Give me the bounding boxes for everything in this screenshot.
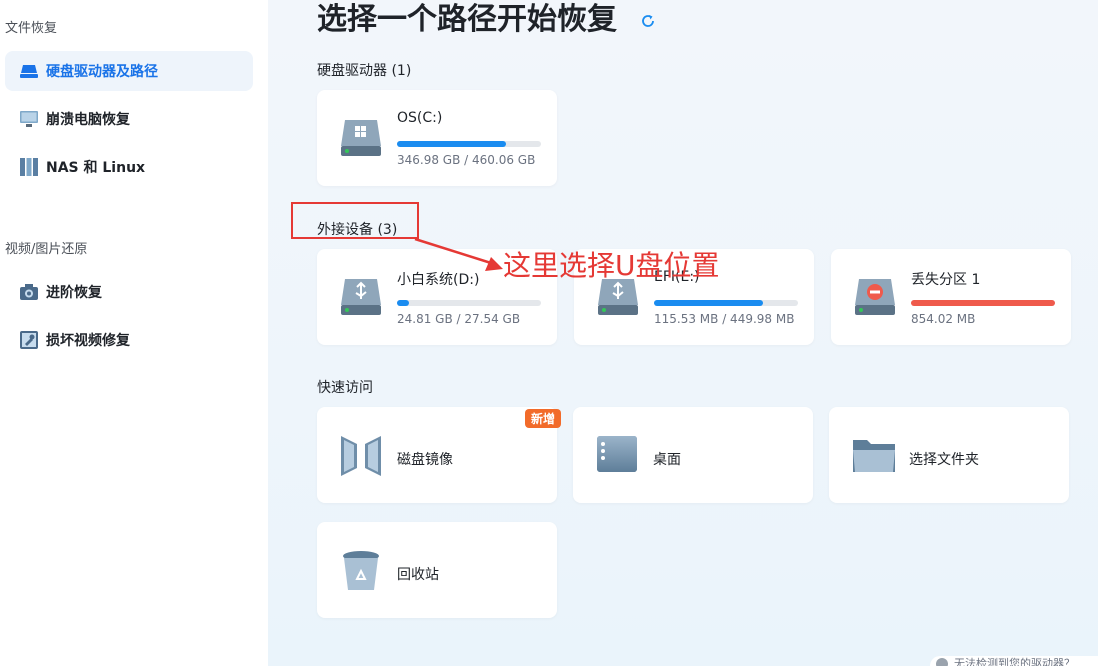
drive-name: 丢失分区 1 (911, 272, 981, 288)
sidebar-item-label: 损坏视频修复 (46, 333, 130, 349)
usage-bar (654, 300, 798, 306)
sidebar-item-label: NAS 和 Linux (46, 160, 146, 176)
new-badge: 新增 (524, 409, 561, 428)
bottom-hint[interactable]: 无法检测到您的驱动器？ (930, 656, 1098, 666)
quick-item-label: 回收站 (397, 567, 439, 583)
nas-icon (18, 157, 40, 177)
hard-drives-title: 硬盘驱动器 (1) (317, 63, 412, 79)
drive-card-lost-partition[interactable]: 丢失分区 1 854.02 MB (831, 249, 1071, 345)
usage-bar (397, 141, 541, 147)
sidebar-item-label: 硬盘驱动器及路径 (46, 64, 158, 80)
page-title: 选择一个路径开始恢复 (317, 2, 617, 37)
drive-icon (18, 61, 40, 81)
drive-card-c[interactable]: OS(C:) 346.98 GB / 460.06 GB (317, 90, 557, 186)
video-repair-icon (18, 330, 40, 350)
annotation-arrow-icon (414, 237, 503, 271)
camera-icon (18, 282, 40, 302)
quick-access-title: 快速访问 (317, 380, 373, 396)
sidebar-item-label: 崩溃电脑恢复 (46, 112, 130, 128)
main-panel: 选择一个路径开始恢复 硬盘驱动器 (1) OS(C:) 346.98 GB / … (268, 0, 1098, 666)
recycle-bin-icon (339, 549, 383, 590)
sidebar-item-advanced-recovery[interactable]: 进阶恢复 (5, 272, 253, 312)
quick-item-label: 选择文件夹 (909, 452, 979, 468)
quick-item-label: 磁盘镜像 (397, 452, 453, 468)
sidebar-item-video-repair[interactable]: 损坏视频修复 (5, 320, 253, 360)
annotation-highlight-box (291, 202, 419, 239)
quick-recycle-bin[interactable]: 回收站 (317, 522, 557, 618)
usage-bar (911, 300, 1055, 306)
sidebar-item-label: 进阶恢复 (46, 285, 102, 301)
help-icon (936, 658, 948, 666)
usb-drive-icon (339, 277, 383, 317)
sidebar-item-hard-drives[interactable]: 硬盘驱动器及路径 (5, 51, 253, 91)
section-title-media-restore: 视频/图片还原 (5, 242, 88, 257)
lost-partition-icon (853, 277, 897, 317)
quick-choose-folder[interactable]: 选择文件夹 (829, 407, 1069, 503)
sidebar-item-crash-recovery[interactable]: 崩溃电脑恢复 (5, 99, 253, 139)
drive-size: 24.81 GB / 27.54 GB (397, 312, 521, 326)
section-title-file-recovery: 文件恢复 (5, 21, 58, 36)
desktop-icon (595, 434, 639, 474)
quick-disk-image[interactable]: 磁盘镜像 新增 (317, 407, 561, 503)
drive-size: 115.53 MB / 449.98 MB (654, 312, 795, 326)
refresh-icon[interactable] (640, 13, 656, 29)
folder-icon (851, 434, 895, 474)
windows-drive-icon (339, 118, 383, 158)
bottom-hint-text: 无法检测到您的驱动器？ (954, 657, 1075, 666)
usage-bar (397, 300, 541, 306)
drive-size: 854.02 MB (911, 312, 976, 326)
annotation-text: 这里选择U盘位置 (503, 249, 720, 282)
drive-name: OS(C:) (397, 110, 443, 126)
quick-item-label: 桌面 (653, 452, 681, 468)
monitor-icon (18, 109, 40, 129)
sidebar: 文件恢复 硬盘驱动器及路径 崩溃电脑恢复 NAS 和 Linux 视频/图片还原… (0, 0, 268, 666)
disk-image-icon (339, 434, 383, 476)
sidebar-item-nas-linux[interactable]: NAS 和 Linux (5, 147, 253, 187)
quick-desktop[interactable]: 桌面 (573, 407, 813, 503)
drive-size: 346.98 GB / 460.06 GB (397, 153, 536, 167)
